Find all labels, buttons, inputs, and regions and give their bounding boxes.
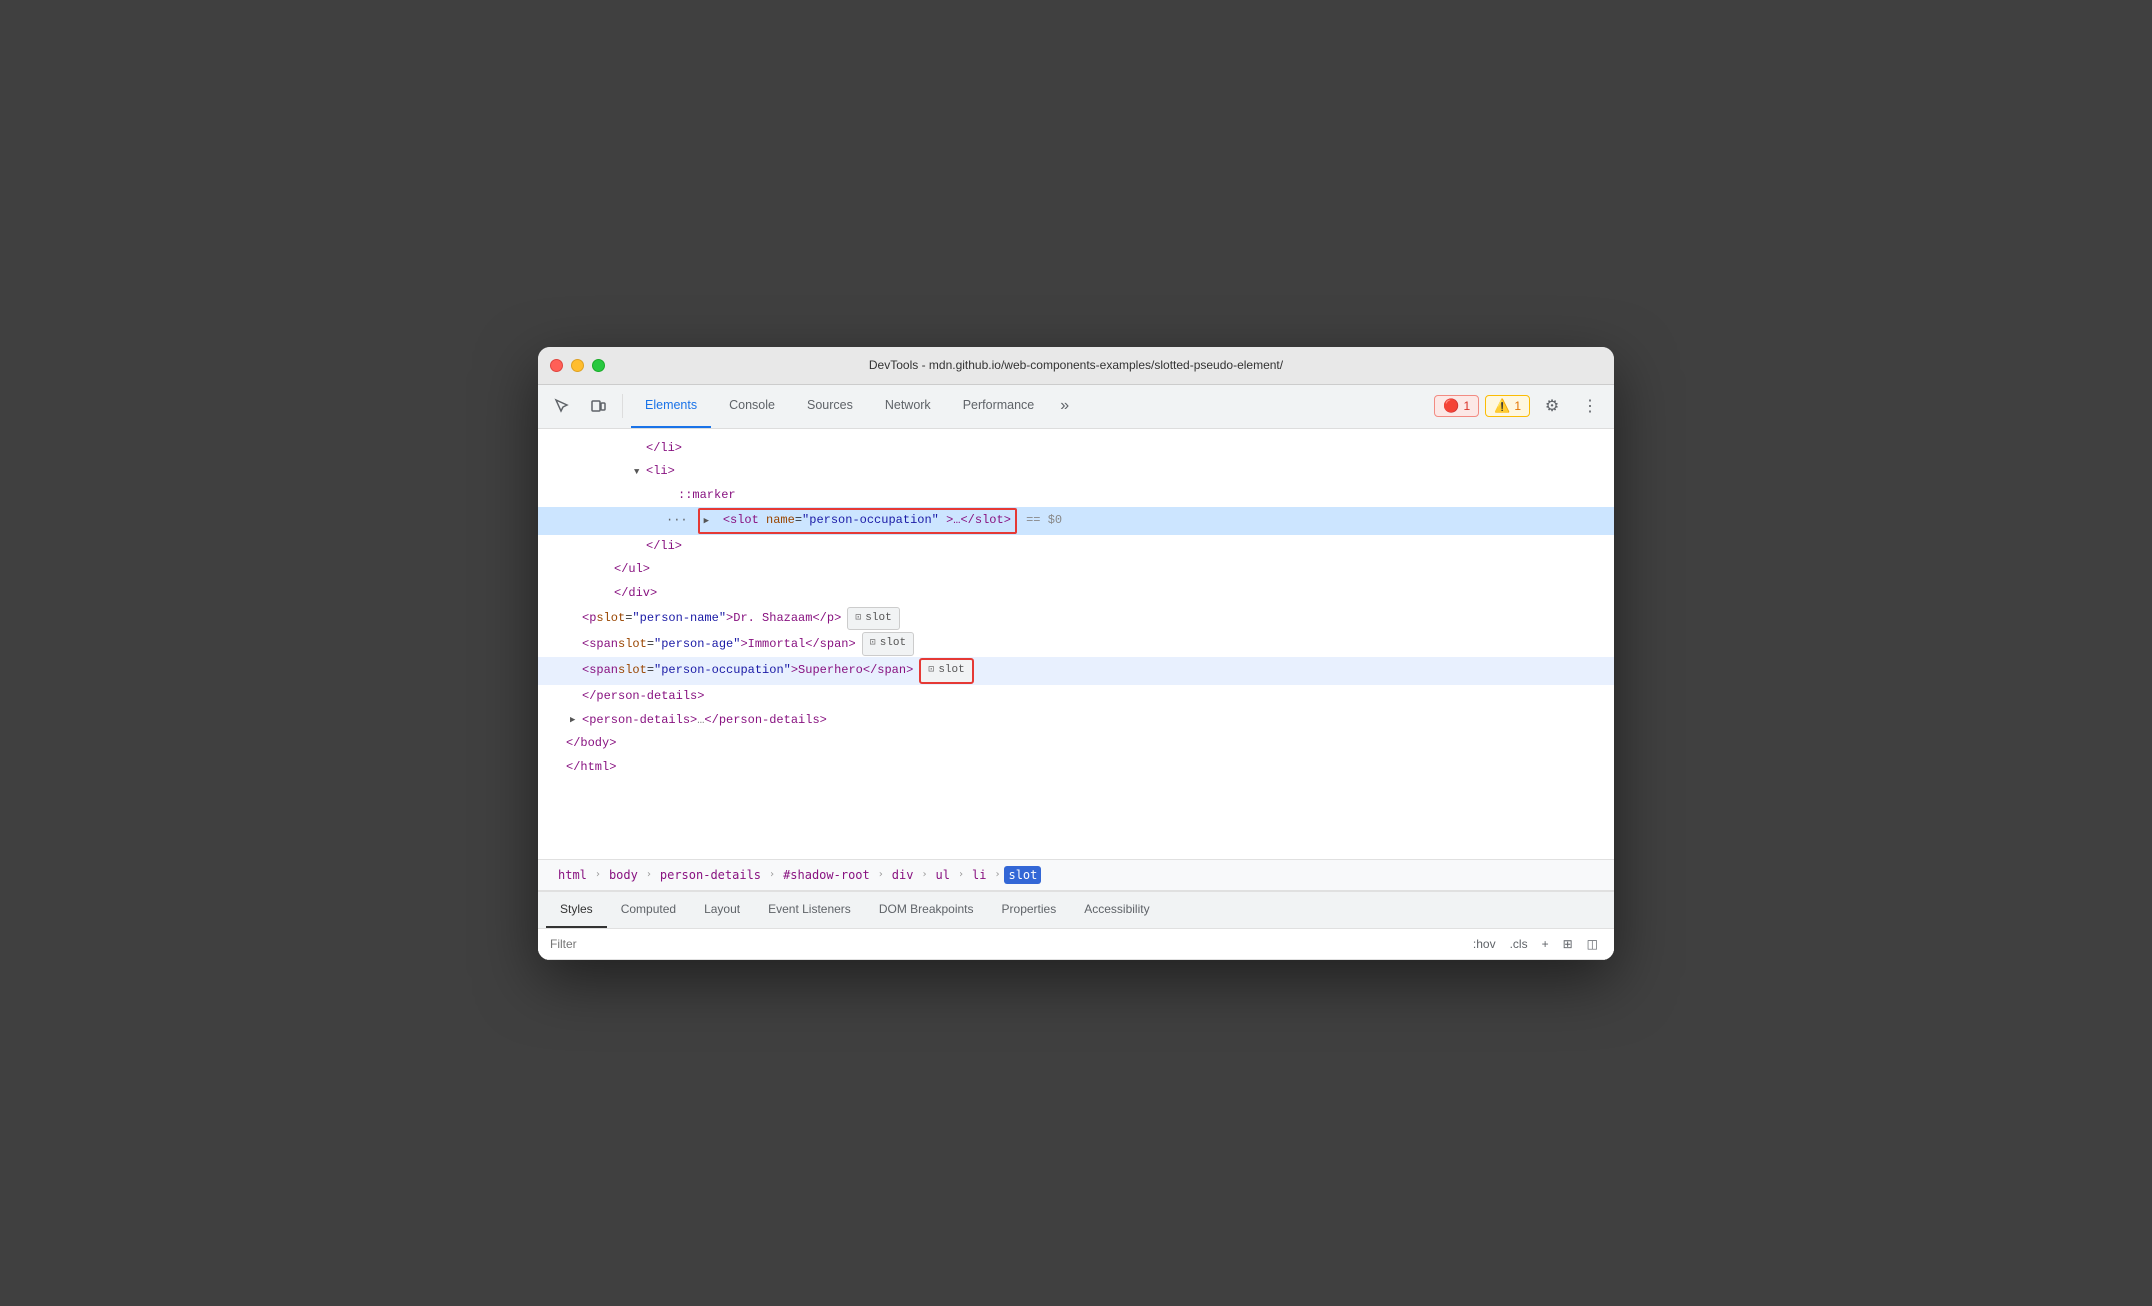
minimize-button[interactable]: [571, 359, 584, 372]
filter-bar: :hov .cls + ⊞ ◫: [538, 929, 1614, 960]
traffic-lights: [550, 359, 605, 372]
device-icon: [590, 398, 606, 414]
hov-button[interactable]: :hov: [1469, 935, 1500, 953]
add-style-rule-button[interactable]: +: [1538, 935, 1553, 953]
dom-line[interactable]: <li>: [538, 460, 1614, 484]
breadcrumb-shadow-root[interactable]: #shadow-root: [779, 866, 874, 884]
slot-badge-person-occupation[interactable]: ⊡ slot: [919, 658, 973, 684]
dom-line[interactable]: </body>: [538, 732, 1614, 756]
dom-line[interactable]: ::marker: [538, 484, 1614, 508]
tab-performance[interactable]: Performance: [949, 384, 1049, 428]
tab-network[interactable]: Network: [871, 384, 945, 428]
layout-editor-button[interactable]: ⊞: [1559, 935, 1577, 953]
slot-badge-person-age[interactable]: ⊡ slot: [862, 632, 914, 656]
dom-line[interactable]: </person-details>: [538, 685, 1614, 709]
breadcrumb-body[interactable]: body: [605, 866, 642, 884]
tab-elements[interactable]: Elements: [631, 384, 711, 428]
breadcrumb-div[interactable]: div: [888, 866, 918, 884]
bottom-tabs: Styles Computed Layout Event Listeners D…: [538, 892, 1614, 929]
inspect-element-button[interactable]: [546, 390, 578, 422]
window-title: DevTools - mdn.github.io/web-components-…: [869, 358, 1283, 372]
more-options-button[interactable]: ⋮: [1574, 390, 1606, 422]
tab-accessibility[interactable]: Accessibility: [1070, 892, 1163, 928]
inspect-icon: [554, 398, 570, 414]
dom-line[interactable]: <span slot="person-age" >Immortal</span>…: [538, 631, 1614, 657]
dom-line[interactable]: </html>: [538, 756, 1614, 780]
tab-console[interactable]: Console: [715, 384, 789, 428]
dom-line[interactable]: <p slot="person-name" >Dr. Shazaam</p> ⊡…: [538, 606, 1614, 632]
dom-line-highlighted[interactable]: <span slot="person-occupation" >Superher…: [538, 657, 1614, 685]
toggle-sidebar-button[interactable]: ◫: [1583, 935, 1602, 953]
filter-actions: :hov .cls + ⊞ ◫: [1469, 935, 1602, 953]
dom-tree[interactable]: </li> <li> ::marker ··· <slot name="pers…: [538, 429, 1614, 859]
breadcrumb-li[interactable]: li: [968, 866, 990, 884]
devtools-window: DevTools - mdn.github.io/web-components-…: [538, 347, 1614, 960]
main-content: </li> <li> ::marker ··· <slot name="pers…: [538, 429, 1614, 960]
expand-triangle[interactable]: [634, 464, 646, 480]
error-badge[interactable]: 🔴 1: [1434, 395, 1479, 417]
breadcrumb-ul[interactable]: ul: [932, 866, 954, 884]
filter-input[interactable]: [550, 937, 1461, 951]
tab-layout[interactable]: Layout: [690, 892, 754, 928]
breadcrumb: html › body › person-details › #shadow-r…: [538, 859, 1614, 891]
tab-computed[interactable]: Computed: [607, 892, 690, 928]
devtools-toolbar: Elements Console Sources Network Perform…: [538, 385, 1614, 429]
dom-line[interactable]: </div>: [538, 582, 1614, 606]
tab-event-listeners[interactable]: Event Listeners: [754, 892, 865, 928]
bottom-panel: Styles Computed Layout Event Listeners D…: [538, 891, 1614, 960]
tab-dom-breakpoints[interactable]: DOM Breakpoints: [865, 892, 988, 928]
toolbar-divider: [622, 394, 623, 418]
expand-triangle[interactable]: [704, 513, 716, 529]
maximize-button[interactable]: [592, 359, 605, 372]
dom-line[interactable]: </li>: [538, 437, 1614, 461]
slot-badge-person-name[interactable]: ⊡ slot: [847, 607, 899, 631]
more-tabs-button[interactable]: »: [1052, 384, 1077, 428]
expand-triangle[interactable]: [570, 712, 582, 728]
breadcrumb-slot[interactable]: slot: [1004, 866, 1041, 884]
toolbar-right: 🔴 1 ⚠️ 1 ⚙ ⋮: [1434, 390, 1606, 422]
cls-button[interactable]: .cls: [1506, 935, 1532, 953]
tab-properties[interactable]: Properties: [988, 892, 1071, 928]
breadcrumb-person-details[interactable]: person-details: [656, 866, 765, 884]
error-icon: 🔴: [1443, 398, 1459, 414]
warning-badge[interactable]: ⚠️ 1: [1485, 395, 1530, 417]
dom-line[interactable]: <person-details> … </person-details>: [538, 709, 1614, 733]
dots-menu[interactable]: ···: [666, 510, 688, 532]
title-bar: DevTools - mdn.github.io/web-components-…: [538, 347, 1614, 385]
dom-line-selected[interactable]: ··· <slot name="person-occupation" >…</s…: [538, 507, 1614, 535]
breadcrumb-html[interactable]: html: [554, 866, 591, 884]
dom-line[interactable]: </li>: [538, 535, 1614, 559]
tab-sources[interactable]: Sources: [793, 384, 867, 428]
dom-line[interactable]: </ul>: [538, 558, 1614, 582]
close-button[interactable]: [550, 359, 563, 372]
tab-styles[interactable]: Styles: [546, 892, 607, 928]
warning-icon: ⚠️: [1494, 398, 1510, 414]
settings-button[interactable]: ⚙: [1536, 390, 1568, 422]
device-toolbar-button[interactable]: [582, 390, 614, 422]
